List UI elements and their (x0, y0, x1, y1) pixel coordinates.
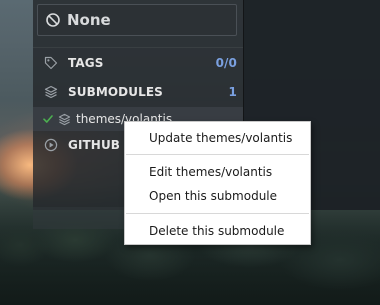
menu-item-edit-submodule[interactable]: Edit themes/volantis (125, 161, 310, 183)
tags-label: TAGS (68, 55, 104, 70)
play-circle-icon (44, 138, 58, 152)
tag-icon (44, 56, 58, 69)
menu-item-delete-submodule[interactable]: Delete this submodule (125, 220, 310, 242)
none-circle-icon (46, 13, 60, 27)
menu-item-label: Open this submodule (149, 189, 278, 203)
menu-item-open-submodule[interactable]: Open this submodule (125, 185, 310, 207)
context-menu: Update themes/volantis Edit themes/volan… (124, 121, 311, 245)
sidebar-section-tags[interactable]: TAGS 0/0 (33, 47, 243, 77)
layers-icon (58, 113, 71, 125)
tags-count: 0/0 (215, 55, 237, 70)
branch-filter-button[interactable]: None (37, 4, 237, 36)
sidebar-section-submodules[interactable]: SUBMODULES 1 (33, 77, 243, 107)
menu-item-label: Delete this submodule (149, 224, 285, 238)
menu-separator (126, 213, 309, 214)
menu-item-label: Update themes/volantis (149, 131, 293, 145)
submodules-label: SUBMODULES (68, 85, 163, 99)
submodules-count: 1 (228, 85, 237, 99)
menu-item-update-submodule[interactable]: Update themes/volantis (125, 127, 310, 149)
menu-item-label: Edit themes/volantis (149, 165, 273, 179)
layers-icon (44, 85, 58, 99)
branch-filter-label: None (67, 11, 111, 29)
menu-separator (126, 154, 309, 155)
check-icon (43, 115, 53, 123)
app-window: None TAGS 0/0 SUBMODULES 1 themes/volant… (0, 0, 380, 305)
